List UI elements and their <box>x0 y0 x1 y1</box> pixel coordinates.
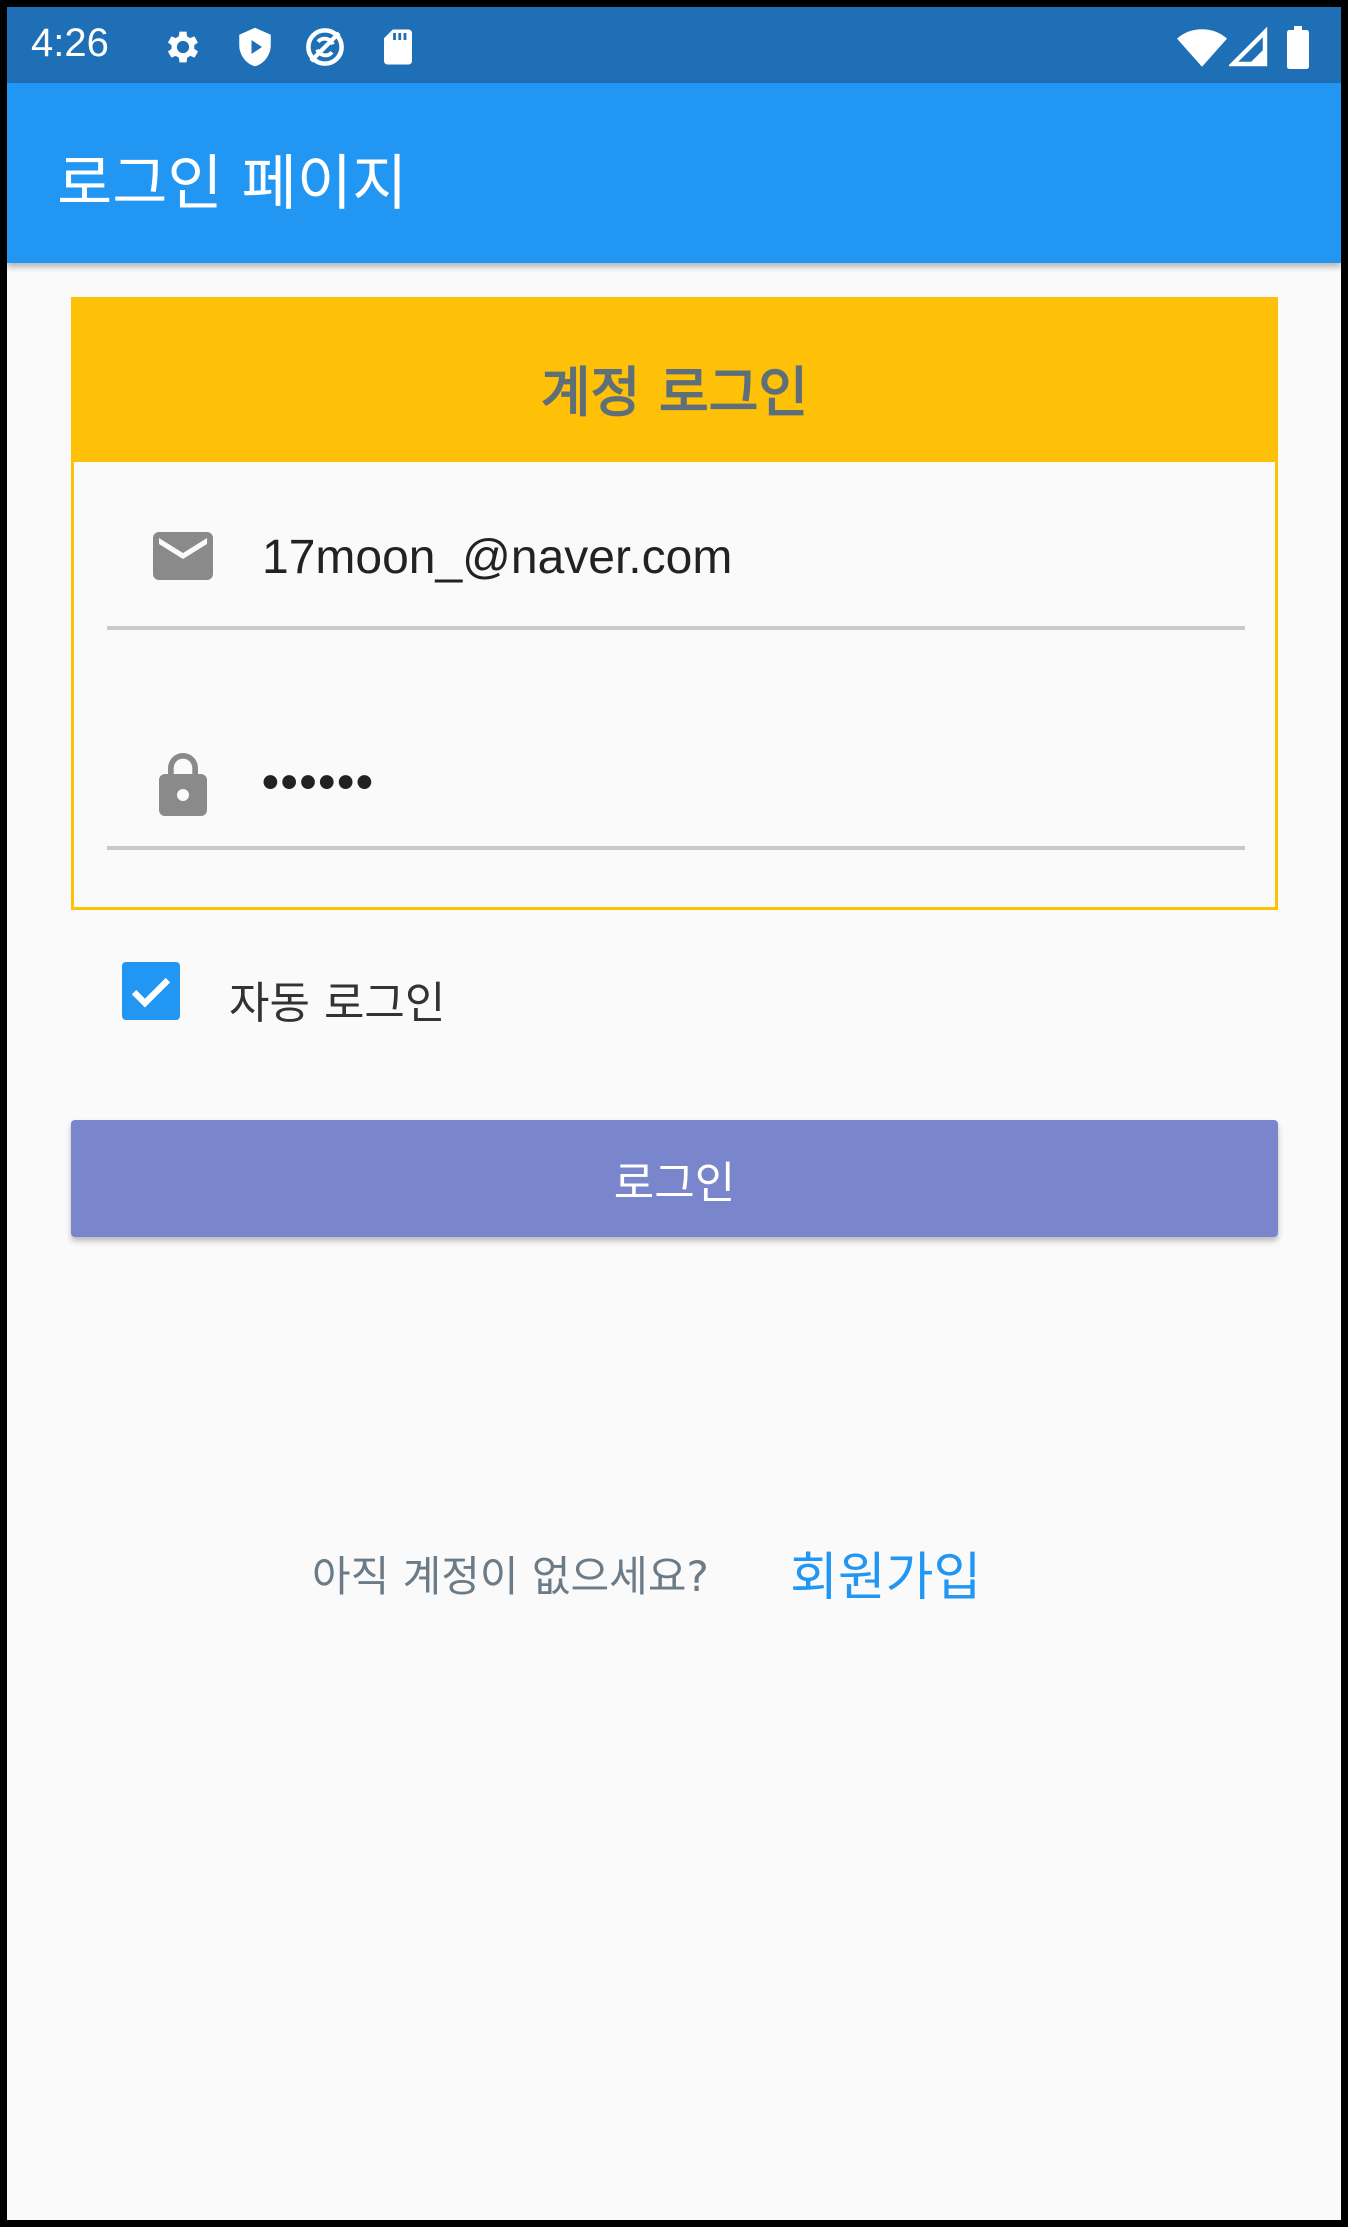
card-title: 계정 로그인 <box>540 361 809 424</box>
auto-login-checkbox[interactable] <box>122 962 180 1020</box>
auto-login-option[interactable]: 자동 로그인 <box>117 957 517 1029</box>
auto-login-label: 자동 로그인 <box>229 978 446 1029</box>
status-time: 4:26 <box>31 21 109 65</box>
status-bar: 4:26 <box>7 7 1341 83</box>
sd-card-icon <box>384 29 412 65</box>
password-field[interactable]: •••••• <box>107 720 1245 850</box>
login-button-label: 로그인 <box>613 1157 736 1209</box>
wifi-icon <box>1177 29 1227 67</box>
login-card: 계정 로그인 17moon_@naver.com •••••• <box>71 297 1278 910</box>
lock-icon <box>159 753 207 816</box>
page-title: 로그인 페이지 <box>57 149 408 219</box>
signal-icon <box>1229 26 1268 67</box>
check-icon <box>131 977 171 1008</box>
signup-row: 아직 계정이 없으세요? 회원가입 <box>7 1535 1341 1608</box>
mail-icon <box>153 532 213 580</box>
shield-icon <box>239 27 271 67</box>
email-value[interactable]: 17moon_@naver.com <box>262 530 732 585</box>
app-bar: 로그인 페이지 <box>7 83 1341 263</box>
gear-icon <box>167 31 199 63</box>
signup-link[interactable]: 회원가입 <box>790 1535 981 1610</box>
signup-prompt: 아직 계정이 없으세요? <box>312 1552 709 1601</box>
sync-circle-icon <box>306 28 344 66</box>
email-field[interactable]: 17moon_@naver.com <box>107 500 1245 630</box>
password-value[interactable]: •••••• <box>262 755 375 810</box>
card-header: 계정 로그인 <box>74 300 1275 462</box>
login-button[interactable]: 로그인 <box>71 1120 1278 1237</box>
app-screen: 4:26 로그인 페이지 계정 로그인 17moon_@naver.com ••… <box>7 7 1341 2220</box>
battery-icon <box>1287 26 1309 69</box>
